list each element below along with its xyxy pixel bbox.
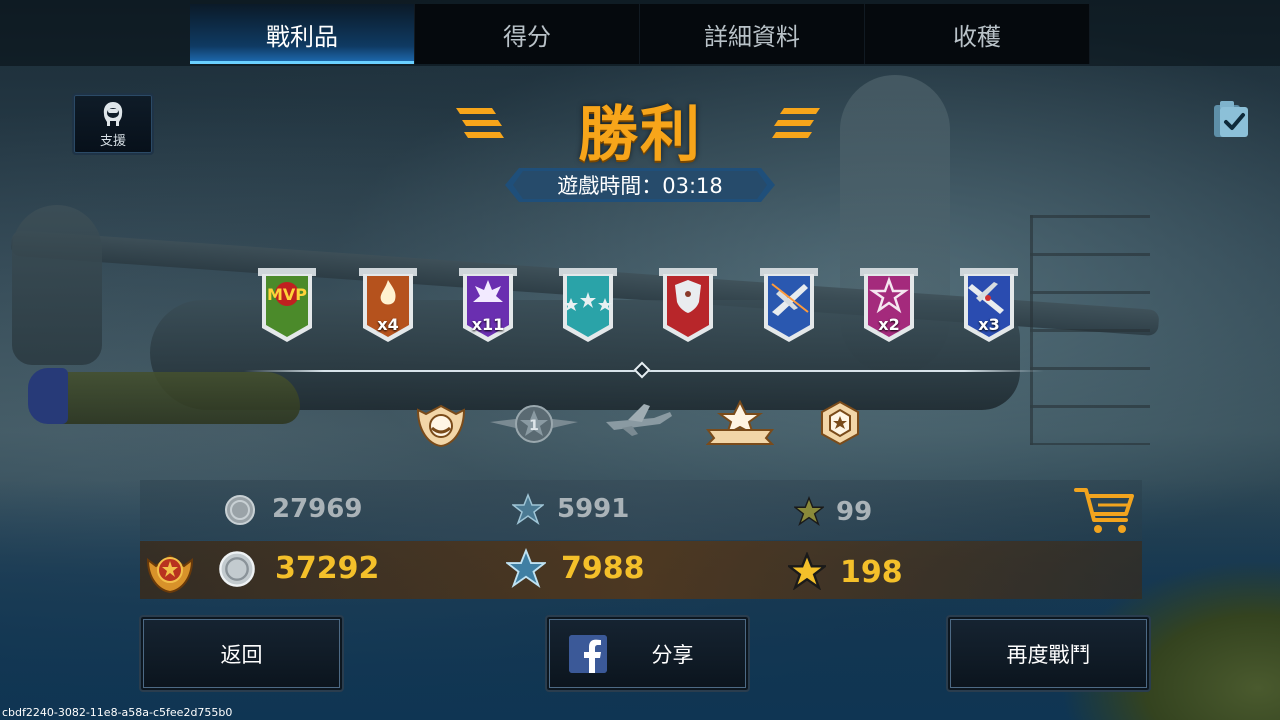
fighter-plane-nose	[28, 368, 68, 424]
mvp-medal[interactable]: MVP	[256, 268, 318, 344]
mvp-medal-icon: MVP	[258, 268, 316, 342]
medal-count: x3	[978, 315, 1000, 334]
xp-star-icon	[506, 548, 546, 588]
gold-star-icon	[788, 552, 826, 590]
support-button[interactable]: 支援	[72, 93, 154, 155]
shield-medal[interactable]	[657, 268, 719, 344]
session-id-text: cbdf2240-3082-11e8-a58a-c5fee2d755b0	[2, 706, 233, 719]
medal-count: x11	[471, 315, 505, 334]
bomber-tail	[12, 205, 102, 365]
rank-crest-badge-icon	[416, 404, 466, 448]
three-stars-medal-icon	[559, 268, 617, 342]
tabs: 戰利品 得分 詳細資料 收穫	[190, 4, 1090, 64]
total-silver-value: 37292	[275, 551, 380, 586]
back-button-label: 返回	[220, 642, 263, 667]
clipboard-check-icon[interactable]	[1210, 97, 1250, 139]
battle-again-label: 再度戰鬥	[1006, 642, 1091, 667]
base-gold-star-value: 99	[836, 497, 873, 527]
svg-text:MVP: MVP	[267, 285, 307, 304]
medal-count: x4	[377, 315, 399, 334]
silver-coin-icon	[225, 495, 255, 525]
medals-row: MVP x4 x11 x2 x3	[256, 268, 1026, 344]
tab-bar: 戰利品 得分 詳細資料 收穫	[0, 0, 1280, 66]
base-xp-value: 5991	[557, 494, 630, 524]
shield-medal-icon	[659, 268, 717, 342]
tab-earnings[interactable]: 收穫	[865, 4, 1090, 64]
plane-blue-medal[interactable]	[758, 268, 820, 344]
back-button[interactable]: 返回	[139, 615, 344, 692]
tab-score[interactable]: 得分	[415, 4, 640, 64]
plane-blue-medal-icon	[760, 268, 818, 342]
game-time-banner: 遊戲時間：03:18	[505, 168, 775, 202]
silver-coin-icon	[219, 551, 255, 587]
base-silver-value: 27969	[272, 494, 363, 524]
victory-title: 勝利	[578, 100, 702, 170]
wings-badge-icon: 1	[490, 405, 578, 443]
star-ribbon-badge-icon	[706, 400, 774, 445]
tab-details[interactable]: 詳細資料	[640, 4, 865, 64]
star-purple-medal[interactable]: x2	[858, 268, 920, 344]
fire-medal[interactable]: x4	[357, 268, 419, 344]
xp-star-icon	[512, 493, 544, 525]
plane-badge-icon	[606, 404, 672, 436]
three-stars-medal[interactable]	[557, 268, 619, 344]
share-button-label: 分享	[651, 642, 694, 667]
rank-emblem-icon	[146, 554, 194, 594]
total-xp-value: 7988	[561, 551, 645, 586]
facebook-icon	[569, 635, 607, 673]
svg-text:1: 1	[529, 418, 539, 434]
shop-cart-icon[interactable]	[1074, 486, 1136, 536]
medal-count: x2	[878, 315, 900, 334]
tab-loot[interactable]: 戰利品	[190, 4, 415, 64]
pilot-helmet-icon	[103, 101, 123, 126]
title-stripes-left-icon	[456, 108, 504, 138]
hex-badge-icon	[821, 400, 859, 446]
fighter-plane	[30, 372, 300, 424]
antenna-structure	[1030, 215, 1150, 445]
support-label: 支援	[99, 133, 126, 149]
badges-row: 1	[408, 400, 868, 450]
game-time-text: 遊戲時間：03:18	[557, 174, 723, 198]
title-stripes-right-icon	[772, 108, 820, 138]
gold-star-icon	[794, 496, 824, 526]
battle-again-button[interactable]: 再度戰鬥	[946, 615, 1151, 692]
total-gold-star-value: 198	[840, 555, 903, 590]
explosion-medal[interactable]: x11	[457, 268, 519, 344]
plane-navy-medal[interactable]: x3	[958, 268, 1020, 344]
share-button[interactable]: 分享	[545, 615, 750, 692]
